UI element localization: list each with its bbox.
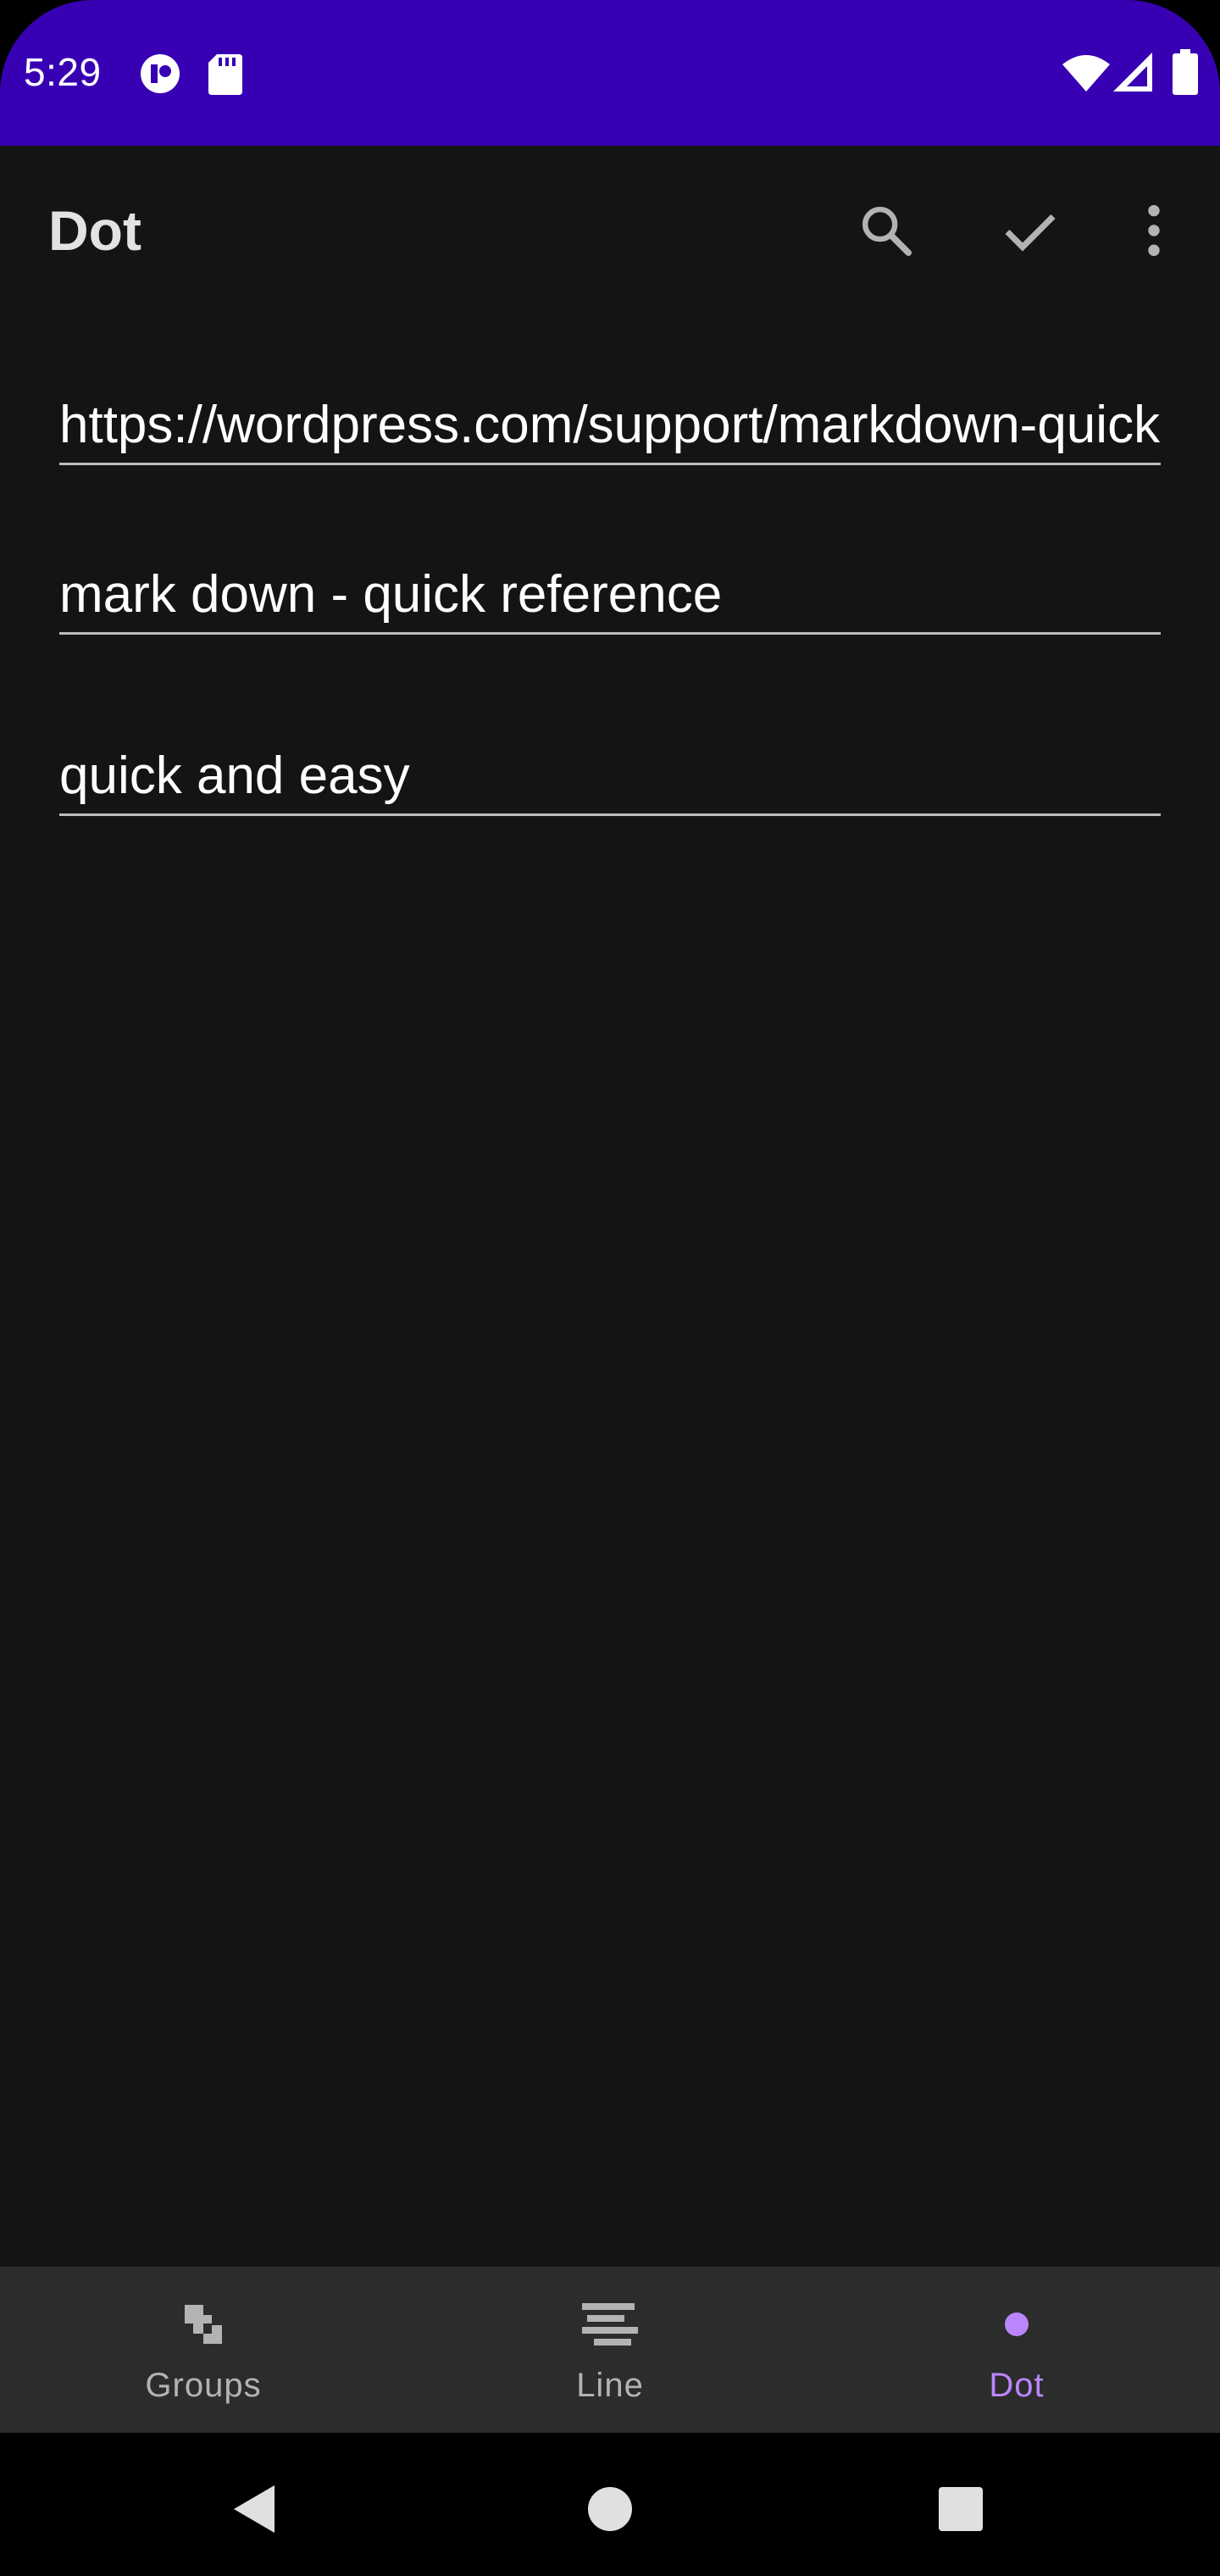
back-icon [234,2485,274,2533]
more-options-button[interactable] [1112,188,1196,273]
sd-card-icon [208,54,242,95]
title-field[interactable] [59,558,1161,635]
nav-item-dot[interactable]: Dot [813,2267,1220,2433]
nav-label-dot: Dot [989,2367,1045,2404]
wifi-icon [1062,55,1110,92]
back-button[interactable] [212,2467,297,2551]
line-icon [582,2303,638,2346]
search-icon [862,206,912,257]
battery-icon [1173,49,1198,95]
nav-label-line: Line [576,2367,644,2404]
description-input[interactable] [59,739,1161,813]
recents-icon [939,2487,983,2531]
bottom-navigation: Groups Line Dot [0,2267,1220,2433]
url-field[interactable] [59,388,1161,465]
nav-label-groups: Groups [145,2367,262,2404]
description-field[interactable] [59,739,1161,816]
check-icon [1005,214,1056,252]
app-bar: Dot [0,146,1220,315]
cellular-signal-icon [1113,53,1152,92]
search-button[interactable] [844,188,929,273]
system-navigation-bar [0,2433,1220,2576]
nav-item-line[interactable]: Line [407,2267,813,2433]
url-input[interactable] [59,388,1161,463]
title-input[interactable] [59,558,1161,632]
phone-screen: 5:29 Dot https://wordpress.com/support/m… [0,0,1220,2576]
more-vert-icon [1148,204,1160,257]
save-button[interactable] [988,188,1073,273]
recents-button[interactable] [918,2467,1003,2551]
status-bar: 5:29 [0,0,1220,146]
app-notification-icon [141,54,180,93]
status-time: 5:29 [24,50,102,94]
page-title: Dot [48,199,141,262]
nav-item-groups[interactable]: Groups [0,2267,407,2433]
home-icon [588,2487,632,2531]
home-button[interactable] [568,2467,652,2551]
dot-icon [1005,2312,1029,2336]
groups-icon [185,2305,222,2344]
